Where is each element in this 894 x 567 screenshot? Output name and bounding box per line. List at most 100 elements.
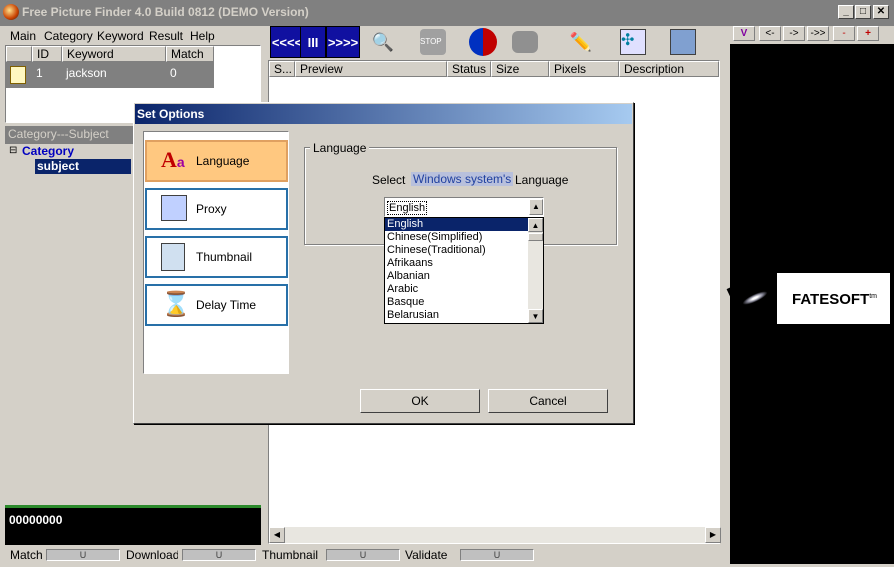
col-header-s[interactable]: S...	[269, 61, 295, 77]
tree-node-subject[interactable]: subject	[35, 159, 131, 174]
windows-system-link[interactable]: Windows system's	[411, 172, 514, 186]
tree-collapse-icon[interactable]: ⊟	[9, 145, 17, 156]
title-bar: Free Picture Finder 4.0 Build 0812 (DEMO…	[0, 0, 894, 26]
galaxy-logo-icon	[726, 270, 784, 326]
status-thumbnail-label: Thumbnail	[262, 548, 319, 562]
app-icon	[3, 4, 19, 20]
next-page-button[interactable]: >>>>	[326, 26, 360, 58]
forward-button[interactable]: ->	[783, 26, 805, 41]
dropdown-scroll-thumb[interactable]	[528, 233, 543, 241]
col-header-description[interactable]: Description	[619, 61, 719, 77]
col-header-id[interactable]: ID	[32, 46, 62, 62]
option-proxy[interactable]: Proxy	[145, 188, 288, 230]
clipboard-icon	[10, 66, 26, 84]
view-button[interactable]: V	[733, 26, 755, 41]
status-download-label: Download	[126, 548, 178, 562]
right-toolbar: V <- -> ->> - +	[730, 24, 894, 44]
menu-category[interactable]: Category	[44, 29, 93, 43]
toolbar: <<<< III >>>> 🔍 STOP ✏️ ✣	[268, 24, 723, 60]
table-row[interactable]: 1 jackson 0	[6, 62, 214, 88]
col-header-pixels[interactable]: Pixels	[549, 61, 619, 77]
refresh-icon[interactable]	[466, 26, 500, 58]
options-list: Aa Language Proxy Thumbnail ⌛ Delay Time	[143, 131, 289, 374]
select-prefix: Select	[372, 173, 406, 187]
thumbnail-icon	[161, 243, 189, 273]
combo-scroll-up-icon[interactable]: ▲	[529, 199, 543, 215]
network-icon[interactable]: ✣	[616, 26, 650, 58]
status-match-label: Match	[10, 548, 43, 562]
status-validate-label: Validate	[405, 548, 448, 562]
dropdown-scroll-down-icon[interactable]: ▼	[528, 309, 543, 323]
language-option[interactable]: Basque	[385, 296, 543, 309]
hourglass-icon: ⌛	[161, 291, 191, 318]
option-proxy-label: Proxy	[196, 202, 227, 216]
language-option[interactable]: Chinese(Traditional)	[385, 244, 543, 257]
menu-main[interactable]: Main	[10, 29, 36, 43]
col-header-keyword[interactable]: Keyword	[62, 46, 166, 62]
back-button[interactable]: <-	[759, 26, 781, 41]
language-option[interactable]: Afrikaans	[385, 257, 543, 270]
language-option[interactable]: English	[385, 218, 543, 231]
tree-node-category[interactable]: Category	[22, 144, 74, 158]
status-download-gauge: U	[182, 549, 256, 561]
option-thumbnail-label: Thumbnail	[196, 250, 253, 264]
close-button[interactable]: ✕	[873, 5, 889, 19]
stop-icon[interactable]: STOP	[416, 26, 450, 58]
language-option[interactable]: Chinese(Simplified)	[385, 231, 543, 244]
col-header-match[interactable]: Match	[166, 46, 214, 62]
status-bar: Match U Download U Thumbnail U Validate …	[0, 548, 730, 566]
dropdown-scrollbar[interactable]: ▲ ▼	[528, 218, 543, 323]
language-option[interactable]: Albanian	[385, 270, 543, 283]
language-icon: Aa	[161, 147, 185, 172]
col-header-size[interactable]: Size	[491, 61, 549, 77]
select-suffix: Language	[515, 173, 569, 187]
menu-bar: Main Category Keyword Result Help	[0, 26, 265, 44]
horizontal-scrollbar[interactable]: ◀ ▶	[269, 527, 721, 543]
menu-result[interactable]: Result	[149, 29, 183, 43]
language-combo-value: English	[387, 201, 428, 215]
forward-end-button[interactable]: ->>	[807, 26, 829, 41]
option-delay-time-label: Delay Time	[196, 298, 257, 312]
puzzle-icon[interactable]	[508, 26, 542, 58]
col-header-status[interactable]: Status	[447, 61, 491, 77]
option-language-label: Language	[196, 154, 250, 168]
preview-panel: FATESOFTtm	[726, 44, 894, 564]
search-icon[interactable]: 🔍	[366, 26, 400, 58]
col-header-blank[interactable]	[6, 46, 32, 62]
proxy-icon	[161, 195, 189, 225]
counter-display: 00000000	[5, 505, 261, 545]
set-options-dialog: Set Options Aa Language Proxy Thumbnail …	[133, 102, 634, 424]
scroll-right-icon[interactable]: ▶	[705, 527, 721, 543]
option-thumbnail[interactable]: Thumbnail	[145, 236, 288, 278]
row-match: 0	[170, 66, 177, 80]
option-language[interactable]: Aa Language	[145, 140, 288, 182]
pause-button[interactable]: III	[300, 26, 326, 58]
cancel-button[interactable]: Cancel	[488, 389, 608, 413]
pencil-icon[interactable]: ✏️	[564, 26, 598, 58]
row-id: 1	[36, 66, 43, 80]
row-keyword: jackson	[66, 66, 107, 80]
language-dropdown[interactable]: English Chinese(Simplified) Chinese(Trad…	[384, 217, 544, 324]
language-combo[interactable]: English ▲	[384, 197, 544, 217]
dialog-title: Set Options	[135, 104, 632, 124]
trademark: tm	[869, 293, 878, 300]
ok-button[interactable]: OK	[360, 389, 480, 413]
menu-help[interactable]: Help	[190, 29, 215, 43]
status-thumbnail-gauge: U	[326, 549, 400, 561]
window-title: Free Picture Finder 4.0 Build 0812 (DEMO…	[22, 5, 309, 19]
scroll-left-icon[interactable]: ◀	[269, 527, 285, 543]
maximize-button[interactable]: □	[855, 5, 871, 19]
options-icon[interactable]	[666, 26, 700, 58]
option-delay-time[interactable]: ⌛ Delay Time	[145, 284, 288, 326]
menu-keyword[interactable]: Keyword	[97, 29, 144, 43]
zoom-out-button[interactable]: -	[833, 26, 855, 41]
fatesoft-logo: FATESOFTtm	[777, 273, 890, 324]
zoom-in-button[interactable]: +	[857, 26, 879, 41]
prev-page-button[interactable]: <<<<	[270, 26, 304, 58]
status-validate-gauge: U	[460, 549, 534, 561]
col-header-preview[interactable]: Preview	[295, 61, 447, 77]
minimize-button[interactable]: _	[838, 5, 854, 19]
language-option[interactable]: Belarusian	[385, 309, 543, 322]
dropdown-scroll-up-icon[interactable]: ▲	[528, 218, 543, 232]
language-option[interactable]: Arabic	[385, 283, 543, 296]
